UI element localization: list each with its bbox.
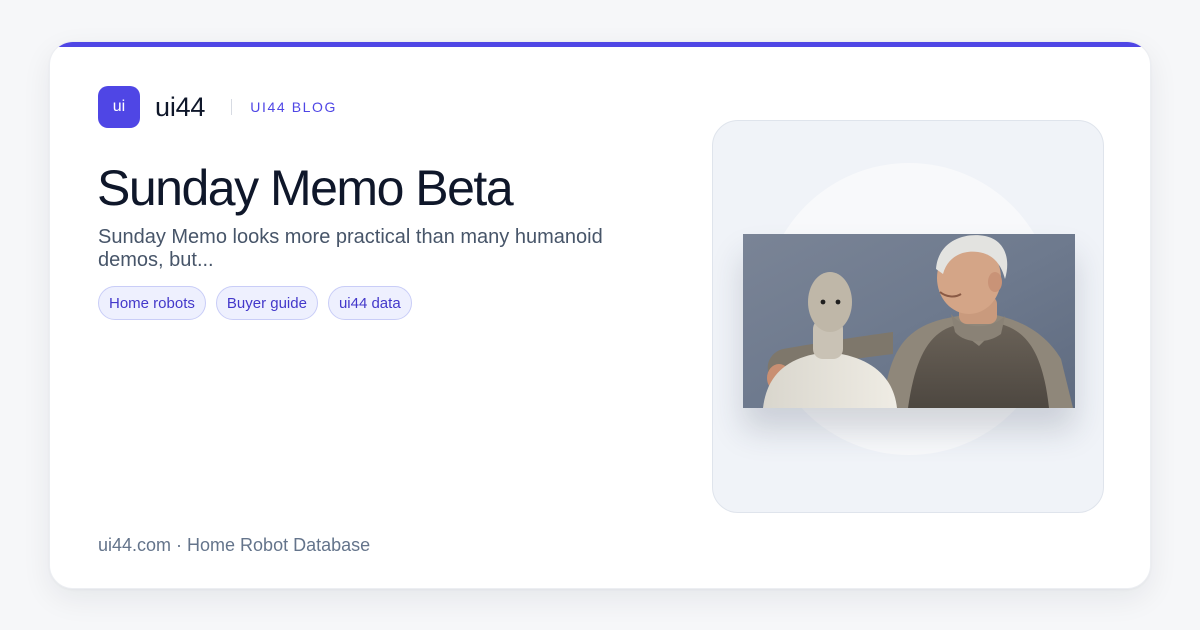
post-title: Sunday Memo Beta — [97, 160, 514, 216]
tag-list: Home robots Buyer guide ui44 data — [98, 286, 412, 320]
logo-badge[interactable]: ui — [98, 86, 140, 128]
accent-bar — [50, 42, 1150, 47]
brand-divider — [231, 99, 233, 115]
logo-text: ui — [112, 98, 126, 115]
media-panel — [712, 120, 1104, 513]
blog-section-label[interactable]: UI44 BLOG — [250, 99, 337, 115]
footer-text: ui44.com · Home Robot Database — [98, 535, 371, 555]
robot-and-elderly-man-photo — [743, 234, 1075, 408]
share-card: ui ui44 UI44 BLOG Sunday Memo Beta Sunda… — [49, 41, 1151, 589]
brand-header: ui ui44 UI44 BLOG — [98, 86, 337, 128]
brand-name[interactable]: ui44 — [155, 92, 205, 123]
tag-home-robots[interactable]: Home robots — [98, 286, 206, 320]
tag-buyer-guide[interactable]: Buyer guide — [215, 286, 318, 320]
tag-ui44-data[interactable]: ui44 data — [327, 286, 412, 320]
post-excerpt: Sunday Memo looks more practical than ma… — [98, 226, 603, 271]
